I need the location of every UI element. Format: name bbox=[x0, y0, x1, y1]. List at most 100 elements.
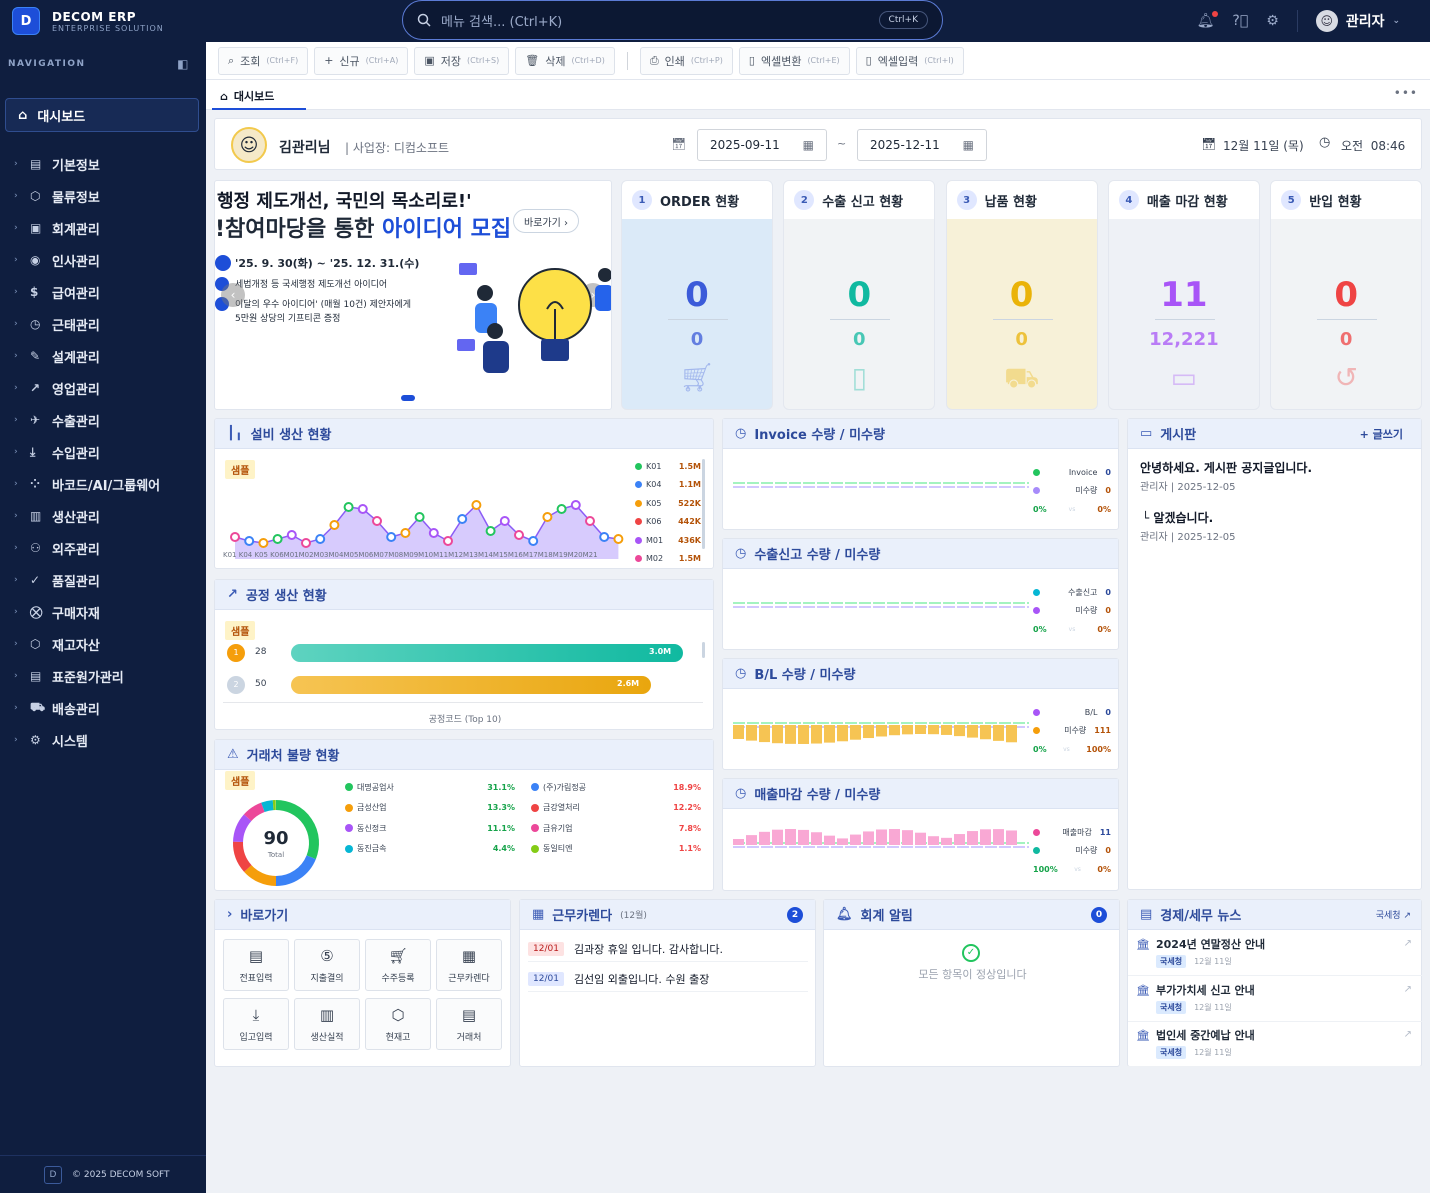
sidebar-item-18[interactable]: › ⛟ 배송관리 bbox=[0, 692, 206, 724]
qty-card-4: ◷ 매출마감 수량 / 미수량 매출마감 11 미수량 0 100% vs 0% bbox=[722, 778, 1119, 891]
kpi-card-2[interactable]: 2 수출 신고 현황 0 0 ▯ bbox=[783, 180, 936, 410]
toolbar-button-4[interactable]: 🗑︎ 삭제 (Ctrl+D) bbox=[515, 46, 615, 75]
defect-legend-item: 금강열처리 12.2% bbox=[531, 799, 701, 818]
toolbar-button-2[interactable]: + 신규 (Ctrl+A) bbox=[314, 46, 409, 75]
shortcut-5[interactable]: ⤓ 입고입력 bbox=[223, 998, 289, 1050]
banner-period: '25. 9. 30(화) ~ '25. 12. 31.(수) bbox=[235, 257, 420, 270]
logo-mark: D bbox=[12, 7, 40, 35]
news-source-link[interactable]: 국세청 ↗ bbox=[1376, 908, 1411, 921]
chart-point bbox=[542, 512, 553, 522]
qty-bar bbox=[967, 725, 978, 738]
shortcut-6[interactable]: ▥ 생산실적 bbox=[294, 998, 360, 1050]
sidebar-item-8[interactable]: › ↗ 영업관리 bbox=[0, 372, 206, 404]
board-post[interactable]: 안녕하세요. 게시판 공지글입니다. 관리자 | 2025-12-05 bbox=[1140, 459, 1410, 493]
sidebar-item-17[interactable]: › ▤ 표준원가관리 bbox=[0, 660, 206, 692]
shortcut-3[interactable]: 🛒︎ 수주등록 bbox=[365, 939, 431, 991]
app-logo[interactable]: D DECOM ERP ENTERPRISE SOLUTION bbox=[0, 7, 206, 35]
search-input[interactable]: 메뉴 검색... (Ctrl+K) Ctrl+K bbox=[402, 0, 943, 40]
donut-slice bbox=[243, 802, 265, 822]
sidebar-item-15[interactable]: › ⛒ 구매자재 bbox=[0, 596, 206, 628]
date-to-input[interactable]: 2025-12-11 ▦ bbox=[857, 129, 987, 161]
bell-icon[interactable]: 🔔︎ bbox=[1197, 11, 1219, 29]
qty-bar bbox=[876, 829, 887, 845]
shortcut-1[interactable]: ▤ 전표입력 bbox=[223, 939, 289, 991]
sidebar-item-2[interactable]: › ⬡ 물류정보 bbox=[0, 180, 206, 212]
menu-icon: ⛒ bbox=[30, 604, 43, 619]
today-date: 12월 11일 (목) bbox=[1223, 139, 1304, 153]
process-bar-row[interactable]: 1 28 3.0M bbox=[227, 642, 707, 662]
shortcut-7[interactable]: ⬡ 현재고 bbox=[365, 998, 431, 1050]
chart-point bbox=[414, 512, 425, 522]
sidebar-item-label: 품질관리 bbox=[52, 574, 100, 590]
sidebar-item-6[interactable]: › ◷ 근태관리 bbox=[0, 308, 206, 340]
qty-chart bbox=[733, 482, 1029, 488]
qty-bar bbox=[850, 834, 861, 845]
news-item[interactable]: 🏛︎ 법인세 중간예납 안내 국세청 12월 11일 ↗ bbox=[1128, 1021, 1422, 1067]
scrollbar[interactable] bbox=[702, 642, 705, 658]
kpi-card-5[interactable]: 5 반입 현황 0 0 ↺ bbox=[1270, 180, 1423, 410]
help-icon[interactable]: ?⃝ bbox=[1232, 13, 1248, 29]
chevron-right-icon: › bbox=[14, 703, 18, 713]
sidebar-item-3[interactable]: › ▣ 회계관리 bbox=[0, 212, 206, 244]
client-defect-card: ⚠ 거래처 불량 현황 샘플 90 Total 대명공업사 31.1% (주)가림정공… bbox=[214, 739, 714, 891]
sidebar-item-16[interactable]: › ⬡ 재고자산 bbox=[0, 628, 206, 660]
write-post-button[interactable]: + 글쓰기 bbox=[1360, 426, 1403, 442]
home-icon: ⌂ bbox=[220, 89, 228, 103]
shortcut-8[interactable]: ▤ 거래처 bbox=[436, 998, 502, 1050]
sidebar-item-10[interactable]: › ⤓ 수입관리 bbox=[0, 436, 206, 468]
toolbar-icon: ▣ bbox=[424, 54, 435, 67]
shortcut-icon: ▤ bbox=[461, 1005, 477, 1024]
sidebar-item-9[interactable]: › ✈ 수출관리 bbox=[0, 404, 206, 436]
sidebar-item-19[interactable]: › ⚙ 시스템 bbox=[0, 724, 206, 756]
user-menu[interactable]: ☺ 관리자 ⌄ bbox=[1296, 10, 1400, 32]
sidebar-item-14[interactable]: › ✓ 품질관리 bbox=[0, 564, 206, 596]
scrollbar[interactable] bbox=[702, 459, 705, 549]
sidebar-item-dashboard[interactable]: ⌂ 대시보드 bbox=[5, 98, 199, 132]
kpi-card-4[interactable]: 4 매출 마감 현황 11 12,221 ▭ bbox=[1107, 180, 1260, 410]
date-from-input[interactable]: 2025-09-11 ▦ bbox=[697, 129, 827, 161]
toolbar-button-6[interactable]: ▯ 엑셀변환 (Ctrl+E) bbox=[738, 46, 850, 75]
sidebar-item-12[interactable]: › ▥ 생산관리 bbox=[0, 500, 206, 532]
sidebar-item-1[interactable]: › ▤ 기본정보 bbox=[0, 148, 206, 180]
banner-goto-button[interactable]: 바로가기 › bbox=[513, 209, 579, 233]
promo-banner[interactable]: 행정 제도개선, 국민의 목소리로!' !참여마당을 통한 아이디어 모집 바로… bbox=[214, 180, 612, 410]
qty-bar bbox=[733, 839, 744, 845]
kpi-card-3[interactable]: 3 납품 현황 0 0 ⛟ bbox=[945, 180, 1098, 410]
qty-bar bbox=[980, 829, 991, 845]
process-bar-row[interactable]: 2 50 2.6M bbox=[227, 674, 707, 694]
qty-bar bbox=[863, 831, 874, 845]
shortcut-2[interactable]: ⑤ 지출결의 bbox=[294, 939, 360, 991]
sidebar-item-5[interactable]: › $ 급여관리 bbox=[0, 276, 206, 308]
menu-icon: ⚙ bbox=[30, 733, 41, 747]
shortcut-icon: ▥ bbox=[319, 1005, 335, 1024]
news-item[interactable]: 🏛︎ 부가가치세 신고 안내 국세청 12월 11일 ↗ bbox=[1128, 976, 1422, 1022]
board-post[interactable]: └ 알겠습니다. 관리자 | 2025-12-05 bbox=[1140, 509, 1410, 543]
toolbar-button-7[interactable]: ▯ 엑셀입력 (Ctrl+I) bbox=[855, 46, 964, 75]
chart-point bbox=[230, 532, 240, 542]
chevron-right-icon: › bbox=[14, 351, 18, 361]
sidebar-item-7[interactable]: › ✎ 설계관리 bbox=[0, 340, 206, 372]
calendar-event[interactable]: 12/01 김선임 외출입니다. 수원 출장 bbox=[528, 966, 808, 992]
calendar-event[interactable]: 12/01 김과장 휴일 입니다. 감사합니다. bbox=[528, 936, 808, 962]
sidebar-item-13[interactable]: › ⚇ 외주관리 bbox=[0, 532, 206, 564]
sidebar-item-11[interactable]: › ⁘ 바코드/AI/그룹웨어 bbox=[0, 468, 206, 500]
kpi-card-1[interactable]: 1 ORDER 현황 0 0 🛒︎ bbox=[621, 180, 773, 410]
nav-header: NAVIGATION bbox=[8, 59, 86, 69]
bell-icon: 🔔︎ bbox=[836, 907, 853, 922]
toolbar-button-1[interactable]: ⌕ 조회 (Ctrl+F) bbox=[218, 46, 309, 75]
shortcut-4[interactable]: ▦ 근무카렌다 bbox=[436, 939, 502, 991]
qty-bar bbox=[980, 725, 991, 740]
chart-point bbox=[613, 534, 624, 544]
toolbar-button-5[interactable]: ⎙ 인쇄 (Ctrl+P) bbox=[639, 46, 733, 75]
slide-indicator[interactable] bbox=[401, 395, 415, 401]
news-item[interactable]: 🏛︎ 2024년 연말정산 안내 국세청 12월 11일 ↗ bbox=[1128, 930, 1422, 976]
qty-bar bbox=[824, 835, 835, 845]
bank-icon: 🏛︎ bbox=[1136, 1029, 1150, 1042]
prev-slide-button[interactable]: ‹ bbox=[221, 283, 245, 307]
more-icon[interactable]: ••• bbox=[1394, 86, 1418, 100]
toolbar-button-3[interactable]: ▣ 저장 (Ctrl+S) bbox=[414, 46, 510, 75]
gear-icon[interactable]: ⚙︎ bbox=[1266, 13, 1279, 29]
collapse-sidebar-icon[interactable]: ◧ bbox=[177, 57, 190, 71]
sidebar-item-4[interactable]: › ◉ 인사관리 bbox=[0, 244, 206, 276]
tab-dashboard[interactable]: ⌂ 대시보드 bbox=[212, 84, 306, 110]
